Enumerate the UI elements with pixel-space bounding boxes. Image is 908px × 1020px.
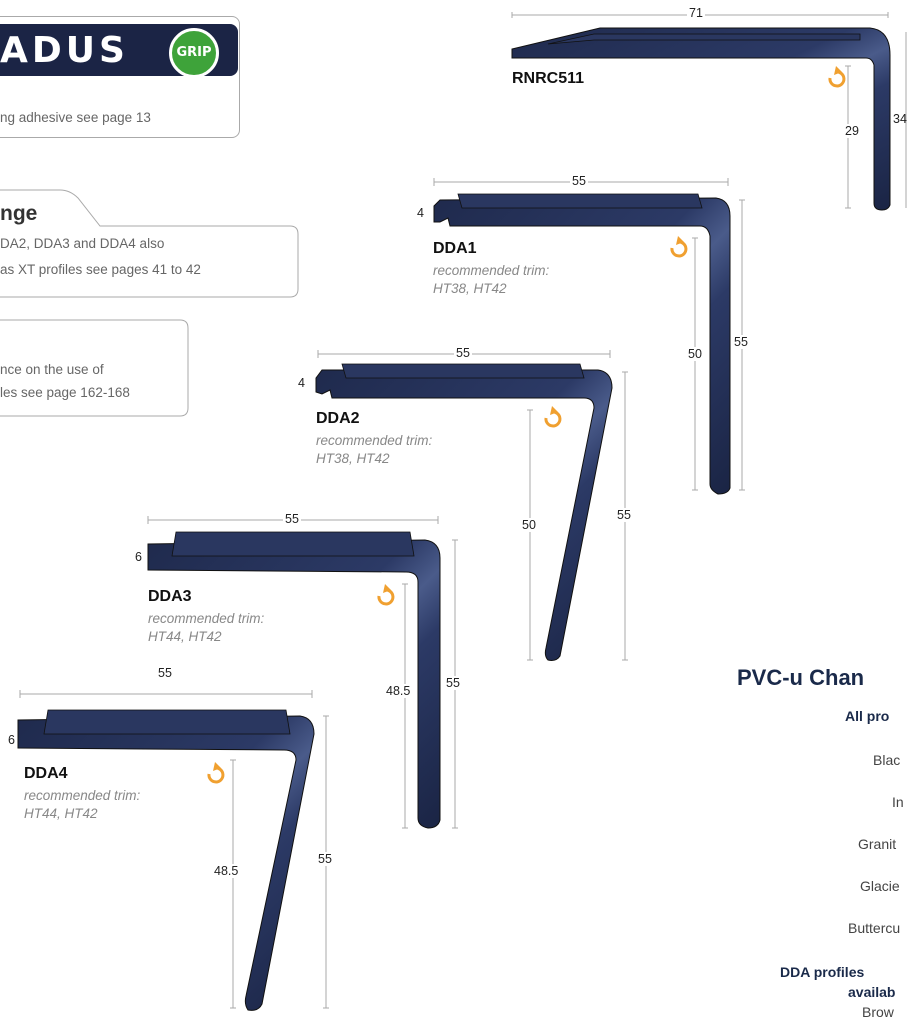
dda2-depth-inner: 50: [522, 518, 536, 532]
dda3-thickness: 6: [135, 550, 142, 564]
colour-item-2: Granit: [858, 836, 897, 852]
dda3-name: DDA3: [148, 588, 192, 605]
dda3-width: 55: [283, 512, 301, 526]
dda1-depth-outer: 55: [734, 335, 748, 349]
dda1-depth-inner: 50: [688, 347, 702, 361]
dda2-depth-outer: 55: [617, 508, 631, 522]
dda4-width: 55: [156, 666, 174, 680]
rnrc511-name: RNRC511: [512, 70, 585, 87]
dda2-thickness: 4: [298, 376, 305, 390]
colour-item-3: Glacie: [860, 878, 900, 894]
dda3-depth-outer: 55: [446, 676, 460, 690]
dda3-trim-label: recommended trim:: [148, 611, 265, 626]
dda2-trim: HT38, HT42: [316, 451, 390, 466]
dda3-trim: HT44, HT42: [148, 629, 222, 644]
rnrc511-depth-outer: 34: [893, 112, 907, 126]
dda4-depth-outer: 55: [318, 852, 332, 866]
profile-dda4: [17, 690, 329, 1011]
rnrc511-width: 71: [687, 6, 705, 20]
dda4-trim: HT44, HT42: [24, 806, 98, 821]
dda3-depth-inner: 48.5: [386, 684, 411, 698]
dda-profiles-line-1: DDA profiles: [780, 964, 865, 980]
colour-item-brown: Brow: [862, 1004, 894, 1020]
dda1-trim-label: recommended trim:: [433, 263, 550, 278]
dda-profiles-line-2: availab: [848, 984, 896, 1000]
dda1-name: DDA1: [433, 240, 477, 257]
dda1-width: 55: [570, 174, 588, 188]
colour-item-4: Buttercu: [848, 920, 901, 936]
dda2-width: 55: [454, 346, 472, 360]
pvc-section-title: PVC-u Chan: [737, 665, 865, 690]
pvc-all-profiles: All pro: [845, 708, 890, 724]
profile-dda2: [315, 350, 628, 661]
dda1-thickness: 4: [417, 206, 424, 220]
dda4-trim-label: recommended trim:: [24, 788, 141, 803]
dda4-thickness: 6: [8, 733, 15, 747]
rnrc511-depth-inner: 29: [845, 124, 859, 138]
dda2-name: DDA2: [316, 410, 360, 427]
dda2-trim-label: recommended trim:: [316, 433, 433, 448]
dda4-depth-inner: 48.5: [214, 864, 239, 878]
colour-item-0: Blac: [873, 752, 901, 768]
profile-drawings: [17, 12, 907, 1011]
colour-item-1: In: [892, 794, 904, 810]
dda4-name: DDA4: [24, 765, 68, 782]
dda1-trim: HT38, HT42: [433, 281, 507, 296]
